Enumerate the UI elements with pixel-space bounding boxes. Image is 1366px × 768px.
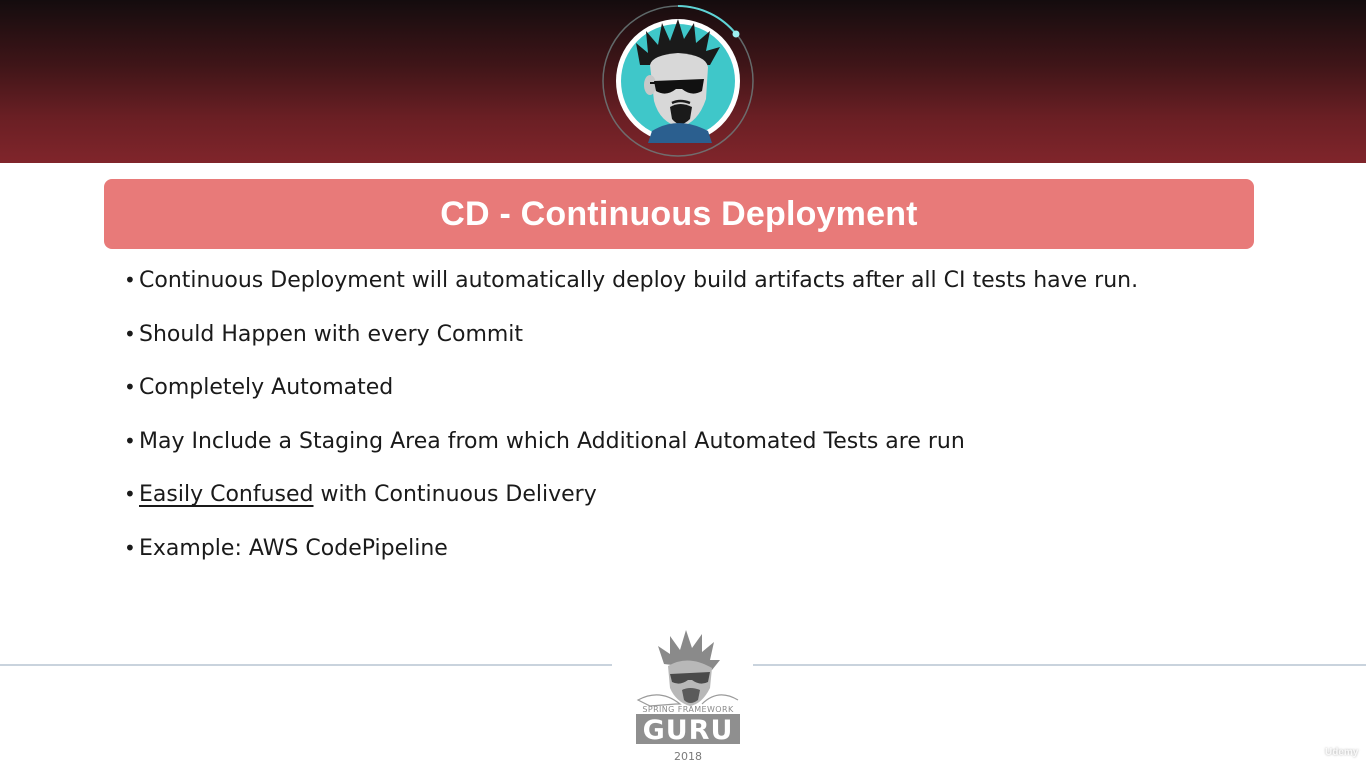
- bullet-dot: •: [124, 482, 136, 507]
- bullet-text: Should Happen with every Commit: [139, 321, 524, 347]
- logo-line1: SPRING FRAMEWORK: [642, 705, 734, 714]
- bullet-text: Continuous Deployment will automatically…: [139, 268, 1139, 293]
- bullet-item: • Completely Automated: [124, 369, 1244, 423]
- bullet-text: May Include a Staging Area from which Ad…: [139, 428, 965, 454]
- slide-title: CD - Continuous Deployment: [440, 194, 918, 233]
- bullet-text: Example: AWS CodePipeline: [139, 535, 448, 561]
- bullet-item: • Easily Confused with Continuous Delive…: [124, 476, 1244, 530]
- bullet-item: • Continuous Deployment will automatical…: [124, 262, 1244, 316]
- footer-divider-right: [753, 664, 1366, 666]
- bullet-item: • May Include a Staging Area from which …: [124, 423, 1244, 477]
- bullet-item: • Should Happen with every Commit: [124, 316, 1244, 370]
- logo-year: 2018: [674, 750, 702, 763]
- logo-line2: GURU: [643, 715, 734, 746]
- bullet-dot: •: [124, 375, 136, 400]
- bullet-item: • Example: AWS CodePipeline: [124, 530, 1244, 584]
- bullet-dot: •: [124, 268, 136, 292]
- bullet-underlined-text: Easily Confused: [139, 482, 314, 508]
- bullet-dot: •: [124, 321, 136, 346]
- bullet-list: • Continuous Deployment will automatical…: [124, 262, 1244, 584]
- guru-avatar-icon: [600, 3, 756, 159]
- footer-divider-left: [0, 664, 612, 666]
- bullet-dot: •: [124, 428, 136, 453]
- watermark-text: Udemy: [1325, 746, 1359, 758]
- bullet-text: with Continuous Delivery: [313, 482, 597, 508]
- udemy-watermark: Udemy: [1305, 742, 1358, 762]
- slide-title-bar: CD - Continuous Deployment: [104, 179, 1254, 249]
- spring-framework-guru-logo: SPRING FRAMEWORK GURU: [630, 624, 746, 746]
- udemy-logo-icon: [1305, 744, 1321, 760]
- bullet-text: Completely Automated: [139, 375, 394, 401]
- bullet-dot: •: [124, 535, 136, 560]
